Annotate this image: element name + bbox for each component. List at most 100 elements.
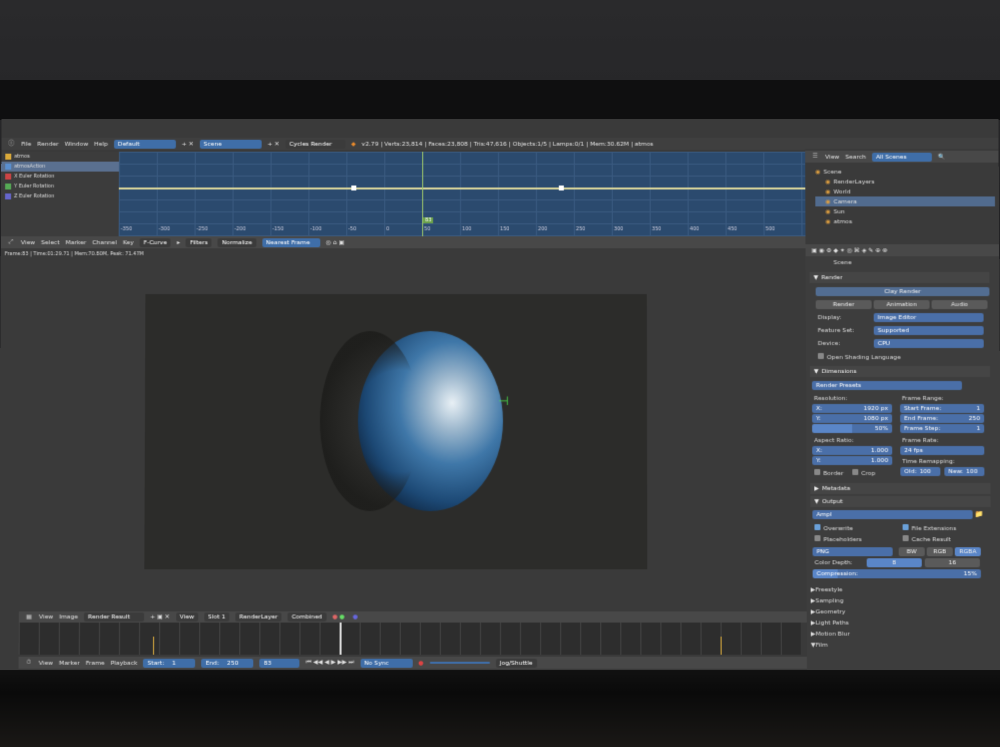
timeline-menu-marker[interactable]: Marker	[59, 659, 80, 666]
channel-row[interactable]: atmosAction	[1, 161, 119, 172]
placeholders-check[interactable]	[814, 535, 821, 542]
outliner-menu-search[interactable]: Search	[845, 153, 866, 160]
render-engine-selector[interactable]: Cycles Render	[285, 139, 346, 149]
render-button[interactable]: Render	[815, 300, 872, 310]
jog-shuttle-select[interactable]: Jog/Shuttle	[495, 658, 537, 668]
end-frame-property[interactable]: End Frame: 250	[900, 414, 985, 424]
remap-old-field[interactable]: Old: 100	[900, 467, 941, 477]
metadata-panel-header[interactable]: ▶ Metadata	[810, 483, 991, 495]
channel-row[interactable]: X Euler Rotation	[1, 172, 119, 182]
file-format-select[interactable]: PNG	[812, 547, 893, 557]
graph-editor-icon[interactable]: ⤢	[7, 238, 15, 246]
image-actions-icon[interactable]: + ▣ ✕	[150, 613, 170, 620]
sync-select[interactable]: No Sync	[360, 658, 413, 668]
normalize-toggle[interactable]: Normalize	[217, 237, 257, 247]
channel-display-icons[interactable]: ● ● ●	[332, 613, 364, 620]
outliner-item[interactable]: ◉ World	[815, 187, 995, 197]
image-view-select[interactable]: View	[175, 612, 199, 622]
collapsed-panel-header[interactable]: ▶ Sampling	[807, 595, 997, 606]
aspect-x-field[interactable]: X: 1.000	[812, 446, 893, 456]
frame-step-property[interactable]: Frame Step: 1	[900, 424, 985, 434]
color-bw-button[interactable]: BW	[898, 547, 925, 557]
timeline-menu-view[interactable]: View	[39, 659, 53, 666]
graph-mode-select[interactable]: F-Curve	[139, 237, 171, 247]
crop-checkbox[interactable]: Crop	[852, 469, 875, 477]
image-selector[interactable]: Render Result	[84, 612, 145, 622]
current-frame-field[interactable]: 83	[259, 658, 300, 668]
cursor-icon[interactable]: ▸	[177, 239, 180, 246]
collapsed-panel-header[interactable]: ▶ Geometry	[807, 606, 997, 617]
record-icon[interactable]: ●	[418, 659, 423, 666]
outliner-item[interactable]: ◉ atmos	[815, 216, 995, 226]
graph-editor-canvas[interactable]: 83 -350 -300 -250 -200 -150 -100 -50 0 50 100 150 2…	[118, 151, 808, 237]
snap-select[interactable]: Nearest Frame	[261, 237, 320, 247]
osl-checkbox[interactable]: Open Shading Language	[817, 353, 901, 361]
crop-check[interactable]	[852, 469, 859, 476]
menu-render[interactable]: Render	[37, 140, 58, 147]
collapsed-panel-header[interactable]: ▼ Film	[807, 640, 998, 651]
outliner-item[interactable]: ◉ RenderLayers	[815, 177, 995, 187]
collapsed-panel-header[interactable]: ▶ Freestyle	[807, 584, 997, 595]
collapsed-panel-header[interactable]: ▶ Motion Blur	[807, 629, 998, 640]
image-editor-icon[interactable]: ▦	[25, 613, 33, 621]
channel-row[interactable]: Z Euler Rotation	[1, 191, 119, 201]
menu-help[interactable]: Help	[94, 140, 108, 147]
timeline-canvas[interactable]	[18, 622, 801, 655]
compression-slider[interactable]: Compression: 15%	[812, 569, 981, 579]
graph-menu-marker[interactable]: Marker	[65, 239, 86, 246]
menu-file[interactable]: File	[21, 140, 31, 147]
cache-result-check[interactable]	[902, 535, 909, 542]
timeline-current-frame[interactable]	[339, 622, 342, 655]
outliner-menu-view[interactable]: View	[825, 153, 839, 160]
graph-menu-channel[interactable]: Channel	[92, 239, 117, 246]
border-check[interactable]	[814, 469, 821, 476]
osl-check[interactable]	[817, 353, 824, 360]
render-layer-select[interactable]: RenderLayer	[235, 612, 282, 622]
feature-set-select[interactable]: Supported	[873, 326, 984, 336]
filters-button[interactable]: Filters	[185, 237, 212, 247]
device-select[interactable]: CPU	[873, 339, 984, 349]
border-checkbox[interactable]: Border	[814, 469, 843, 477]
layout-selector[interactable]: Default	[113, 139, 176, 149]
keyframe-point[interactable]	[351, 185, 357, 191]
timeline-editor-icon[interactable]: ⏱	[25, 659, 33, 667]
playback-controls-icon[interactable]: ⏮ ◀◀ ◀ ▶ ▶▶ ⏭	[306, 659, 354, 667]
folder-icon[interactable]: 📁	[975, 510, 984, 518]
start-frame-field[interactable]: Start: 1	[143, 658, 196, 668]
start-frame-property[interactable]: Start Frame: 1	[900, 403, 985, 414]
animation-button[interactable]: Animation	[873, 300, 930, 310]
audio-button[interactable]: Audio	[931, 300, 988, 310]
render-pass-select[interactable]: Combined	[287, 612, 327, 622]
info-editor-icon[interactable]: ⓘ	[7, 140, 15, 148]
file-extensions-check[interactable]	[902, 524, 909, 531]
collapsed-panel-header[interactable]: ▶ Light Paths	[807, 618, 998, 629]
render-panel-header[interactable]: ▼ Render	[809, 272, 990, 284]
display-select[interactable]: Image Editor	[873, 313, 984, 323]
properties-context-icons[interactable]: ▣ ◉ ⚙ ◆ ✦ ◎ ⌘ ◈ ✎ ⊕ ⊗	[811, 247, 887, 254]
graph-menu-select[interactable]: Select	[41, 239, 60, 246]
outliner-editor-icon[interactable]: ☰	[811, 153, 819, 161]
add-layout-icon[interactable]: + ✕	[182, 140, 194, 147]
remap-new-field[interactable]: New: 100	[944, 467, 985, 477]
overwrite-checkbox[interactable]: Overwrite	[814, 524, 853, 532]
menu-window[interactable]: Window	[65, 140, 89, 147]
render-presets-select[interactable]: Render Presets	[811, 381, 962, 391]
timeline-menu-frame[interactable]: Frame	[86, 659, 105, 666]
outliner-item[interactable]: ◉ Sun	[815, 206, 995, 216]
color-depth-16-button[interactable]: 16	[924, 558, 980, 568]
current-frame-line[interactable]	[422, 151, 424, 237]
pivot-icon[interactable]: ◎ ⌂ ▣	[326, 239, 345, 246]
overwrite-check[interactable]	[814, 524, 821, 531]
resolution-x-field[interactable]: X: 1920 px	[812, 403, 893, 414]
output-panel-header[interactable]: ▼ Output	[810, 496, 991, 508]
resolution-y-field[interactable]: Y: 1080 px	[812, 414, 893, 424]
add-scene-icon[interactable]: + ✕	[267, 140, 279, 147]
slot-select[interactable]: Slot 1	[204, 612, 230, 622]
color-rgb-button[interactable]: RGB	[926, 547, 953, 557]
fcurve-line[interactable]	[118, 187, 808, 190]
outliner-filter-select[interactable]: All Scenes	[871, 152, 932, 162]
frame-rate-select[interactable]: 24 fps	[900, 446, 985, 456]
channel-row[interactable]: atmos	[1, 152, 119, 162]
keying-set-field[interactable]	[429, 661, 490, 664]
image-menu-view[interactable]: View	[39, 613, 53, 620]
